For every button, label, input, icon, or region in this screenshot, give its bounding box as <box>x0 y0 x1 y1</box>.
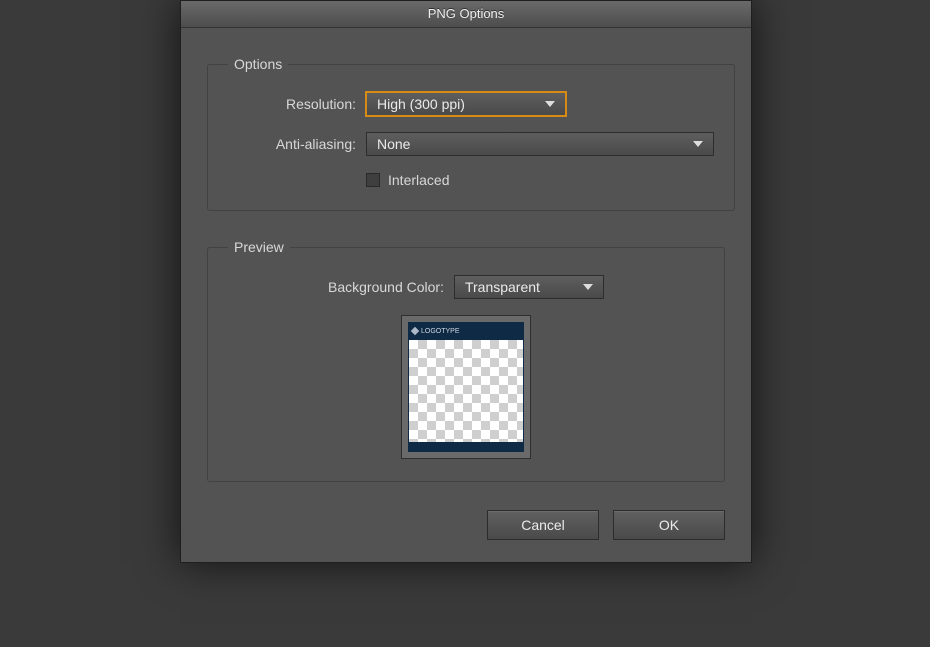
options-group: Options Resolution: High (300 ppi) Anti-… <box>207 56 735 211</box>
antialias-select[interactable]: None <box>366 132 714 156</box>
cancel-button[interactable]: Cancel <box>487 510 599 540</box>
background-color-label: Background Color: <box>328 279 444 295</box>
preview-thumbnail-wrap: LOGOTYPE <box>228 315 704 459</box>
diamond-icon <box>411 327 419 335</box>
resolution-row: Resolution: High (300 ppi) <box>228 92 714 116</box>
resolution-select[interactable]: High (300 ppi) <box>366 92 566 116</box>
options-legend: Options <box>228 56 288 72</box>
preview-brand-text: LOGOTYPE <box>421 328 460 335</box>
interlaced-label: Interlaced <box>388 172 449 188</box>
interlaced-checkbox[interactable] <box>366 173 380 187</box>
antialias-value: None <box>377 136 410 152</box>
dialog-title: PNG Options <box>181 1 751 28</box>
background-color-select[interactable]: Transparent <box>454 275 604 299</box>
png-options-dialog: PNG Options Options Resolution: High (30… <box>180 0 752 563</box>
background-color-row: Background Color: Transparent <box>228 275 704 299</box>
ok-button[interactable]: OK <box>613 510 725 540</box>
preview-thumbnail-footer <box>408 442 524 452</box>
antialias-row: Anti-aliasing: None <box>228 132 714 156</box>
background-color-value: Transparent <box>465 279 540 295</box>
antialias-label: Anti-aliasing: <box>228 136 366 152</box>
dialog-buttons: Cancel OK <box>207 510 725 540</box>
preview-thumbnail: LOGOTYPE <box>401 315 531 459</box>
preview-group: Preview Background Color: Transparent LO… <box>207 239 725 482</box>
dialog-body: Options Resolution: High (300 ppi) Anti-… <box>181 28 751 562</box>
chevron-down-icon <box>541 101 559 107</box>
chevron-down-icon <box>579 284 597 290</box>
transparency-checkerboard <box>408 340 524 442</box>
resolution-label: Resolution: <box>228 96 366 112</box>
interlaced-row: Interlaced <box>366 172 714 188</box>
preview-thumbnail-header: LOGOTYPE <box>408 322 524 340</box>
chevron-down-icon <box>689 141 707 147</box>
preview-legend: Preview <box>228 239 290 255</box>
resolution-value: High (300 ppi) <box>377 96 465 112</box>
